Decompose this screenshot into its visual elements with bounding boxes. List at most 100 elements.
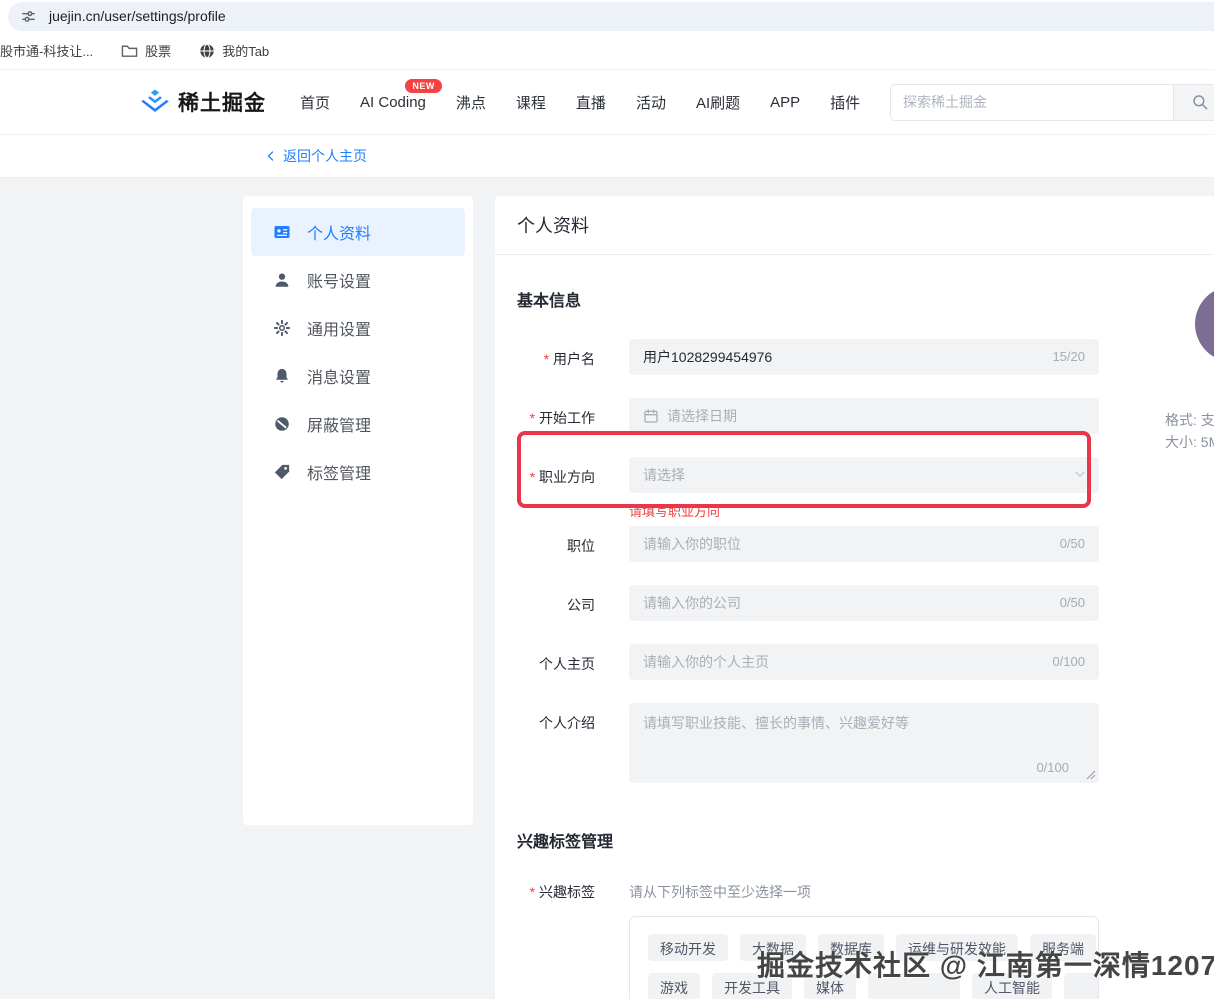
sidebar-item-account[interactable]: 账号设置: [251, 256, 465, 304]
logo-text: 稀土掘金: [178, 87, 266, 117]
sidebar-item-label: 账号设置: [307, 268, 371, 292]
sidebar-item-label: 个人资料: [307, 220, 371, 244]
bookmark-item[interactable]: 我的Tab: [199, 41, 269, 60]
work-start-placeholder: 请选择日期: [667, 406, 737, 426]
intro-textarea[interactable]: [629, 703, 1099, 783]
juejin-logo-icon: [140, 89, 170, 115]
intro-counter: 0/100: [1036, 760, 1069, 775]
sidebar-item-messages[interactable]: 消息设置: [251, 352, 465, 400]
form-row-job: 职位 0/50: [517, 526, 1192, 562]
sidebar-item-label: 消息设置: [307, 364, 371, 388]
bookmark-folder[interactable]: 股票: [121, 41, 171, 60]
profile-panel: 个人资料 基本信息 用户名 15/20 开始工作: [495, 196, 1214, 999]
job-label: 职位: [517, 526, 595, 562]
chevron-left-icon: [265, 150, 277, 162]
company-input[interactable]: [629, 585, 1099, 621]
section-interest-tags: 兴趣标签管理: [517, 828, 1192, 852]
homepage-input[interactable]: [629, 644, 1099, 680]
sidebar-item-profile[interactable]: 个人资料: [251, 208, 465, 256]
nav-item-ai-coding[interactable]: AI Coding NEW: [360, 94, 426, 111]
nav-item-events[interactable]: 活动: [636, 92, 666, 113]
bookmark-label: 股市通-科技让...: [0, 41, 93, 60]
sidebar-item-label: 标签管理: [307, 460, 371, 484]
site-settings-icon[interactable]: [20, 8, 37, 25]
job-input[interactable]: [629, 526, 1099, 562]
avatar-format-hint: 格式: 支: [1165, 409, 1214, 431]
work-start-label: 开始工作: [517, 398, 595, 434]
sidebar-item-block[interactable]: 屏蔽管理: [251, 400, 465, 448]
nav-item-plugin[interactable]: 插件: [830, 92, 860, 113]
back-row: 返回个人主页: [0, 135, 1214, 178]
nav-item-home[interactable]: 首页: [300, 92, 330, 113]
search-button[interactable]: [1173, 85, 1214, 120]
job-counter: 0/50: [1060, 536, 1085, 551]
bookmark-label: 我的Tab: [222, 41, 269, 60]
folder-icon: [121, 43, 138, 58]
homepage-label: 个人主页: [517, 644, 595, 680]
form-row-work-start: 开始工作 请选择日期: [517, 398, 1192, 434]
section-basic-info: 基本信息: [517, 287, 1192, 311]
career-select[interactable]: 请选择: [629, 457, 1099, 493]
intro-label: 个人介绍: [517, 703, 595, 783]
tag-pill[interactable]: 游戏: [648, 973, 700, 999]
tag-pill[interactable]: 移动开发: [648, 934, 728, 961]
resize-handle-icon[interactable]: [1086, 770, 1096, 780]
avatar-size-hint: 大小: 5M: [1165, 431, 1214, 453]
url-pill[interactable]: juejin.cn/user/settings/profile: [8, 2, 1214, 31]
back-to-profile-link[interactable]: 返回个人主页: [265, 146, 367, 166]
id-card-icon: [273, 223, 291, 241]
sidebar-item-tags[interactable]: 标签管理: [251, 448, 465, 496]
career-label: 职业方向: [517, 457, 595, 520]
search-input[interactable]: [891, 94, 1173, 110]
sidebar-item-general[interactable]: 通用设置: [251, 304, 465, 352]
gear-icon: [273, 319, 291, 337]
bell-icon: [273, 367, 291, 385]
form-row-homepage: 个人主页 0/100: [517, 644, 1192, 680]
juejin-logo[interactable]: 稀土掘金: [140, 87, 266, 117]
nav-item-app[interactable]: APP: [770, 94, 800, 111]
sidebar-item-label: 屏蔽管理: [307, 412, 371, 436]
page: juejin.cn/user/settings/profile 股市通-科技让.…: [0, 0, 1214, 999]
search-box: [890, 84, 1214, 121]
username-counter: 15/20: [1052, 349, 1085, 364]
form-row-tags: 兴趣标签 请从下列标签中至少选择一项: [517, 882, 1192, 902]
company-label: 公司: [517, 585, 595, 621]
company-counter: 0/50: [1060, 595, 1085, 610]
avatar-upload-hints: 格式: 支 大小: 5M: [1165, 409, 1214, 453]
career-error-message: 请填写职业方向: [629, 501, 1099, 520]
globe-icon: [199, 43, 215, 59]
career-placeholder: 请选择: [643, 465, 685, 485]
nav-item-pins[interactable]: 沸点: [456, 92, 486, 113]
search-icon: [1191, 93, 1209, 111]
tags-hint: 请从下列标签中至少选择一项: [629, 882, 811, 902]
form-row-career: 职业方向 请选择 请填写职业方向: [517, 457, 1192, 520]
homepage-counter: 0/100: [1052, 654, 1085, 669]
panel-title: 个人资料: [495, 196, 1214, 255]
bookmark-item[interactable]: 股市通-科技让...: [0, 41, 93, 60]
chevron-down-icon: [1073, 467, 1087, 481]
browser-url-bar: juejin.cn/user/settings/profile: [0, 0, 1214, 32]
work-start-date-picker[interactable]: 请选择日期: [629, 398, 1099, 434]
new-badge: NEW: [405, 79, 442, 93]
content-area: 个人资料 账号设置: [0, 178, 1214, 999]
block-icon: [273, 415, 291, 433]
site-header: 稀土掘金 首页 AI Coding NEW 沸点 课程 直播 活动 AI刷题 A…: [0, 70, 1214, 135]
form-row-intro: 个人介绍 0/100: [517, 703, 1192, 783]
username-input[interactable]: [629, 339, 1099, 375]
settings-sidebar: 个人资料 账号设置: [243, 196, 473, 825]
bookmark-label: 股票: [145, 41, 171, 60]
nav-item-courses[interactable]: 课程: [516, 92, 546, 113]
calendar-icon: [643, 408, 659, 424]
sidebar-item-label: 通用设置: [307, 316, 371, 340]
url-text[interactable]: juejin.cn/user/settings/profile: [49, 8, 226, 24]
tags-label: 兴趣标签: [517, 882, 595, 902]
nav-item-live[interactable]: 直播: [576, 92, 606, 113]
user-icon: [273, 271, 291, 289]
bookmarks-bar: 股市通-科技让... 股票 我的Tab: [0, 32, 1214, 70]
form-row-username: 用户名 15/20: [517, 339, 1192, 375]
form-row-company: 公司 0/50: [517, 585, 1192, 621]
tag-icon: [273, 463, 291, 481]
nav-item-ai-quiz[interactable]: AI刷题: [696, 92, 740, 113]
username-label: 用户名: [517, 339, 595, 375]
intro-textarea-wrap: 0/100: [629, 703, 1099, 783]
